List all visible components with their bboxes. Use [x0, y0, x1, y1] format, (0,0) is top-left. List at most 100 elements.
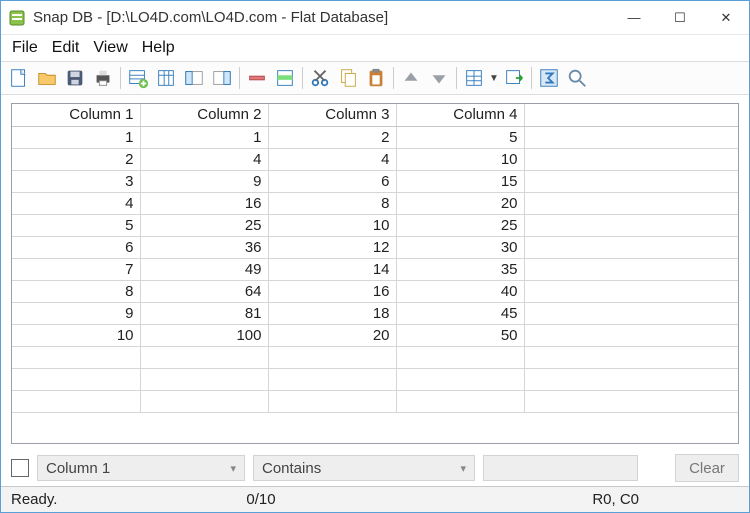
- delete-row-button[interactable]: [243, 64, 271, 92]
- cell[interactable]: 8: [268, 192, 396, 214]
- cell[interactable]: 16: [268, 280, 396, 302]
- cell[interactable]: 45: [396, 302, 524, 324]
- cell[interactable]: 1: [140, 126, 268, 148]
- cell[interactable]: [268, 368, 396, 390]
- cell[interactable]: 7: [12, 258, 140, 280]
- new-button[interactable]: [5, 64, 33, 92]
- cell[interactable]: 2: [12, 148, 140, 170]
- table-row[interactable]: 5251025: [12, 214, 738, 236]
- data-grid[interactable]: Column 1 Column 2 Column 3 Column 4 1125…: [12, 104, 738, 413]
- cell[interactable]: 15: [396, 170, 524, 192]
- table-row[interactable]: 101002050: [12, 324, 738, 346]
- cell[interactable]: 16: [140, 192, 268, 214]
- cell[interactable]: 6: [268, 170, 396, 192]
- open-button[interactable]: [33, 64, 61, 92]
- table-row[interactable]: 6361230: [12, 236, 738, 258]
- cell[interactable]: 35: [396, 258, 524, 280]
- column-header[interactable]: Column 4: [396, 104, 524, 126]
- cell[interactable]: 18: [268, 302, 396, 324]
- menu-file[interactable]: File: [5, 37, 45, 59]
- cell[interactable]: 9: [140, 170, 268, 192]
- copy-button[interactable]: [334, 64, 362, 92]
- cut-button[interactable]: [306, 64, 334, 92]
- column-header[interactable]: Column 1: [12, 104, 140, 126]
- grid-options-dropdown[interactable]: ▼: [488, 64, 500, 92]
- cell[interactable]: 50: [396, 324, 524, 346]
- menu-edit[interactable]: Edit: [45, 37, 87, 59]
- cell[interactable]: 1: [12, 126, 140, 148]
- table-row[interactable]: 7491435: [12, 258, 738, 280]
- filter-value-input[interactable]: [483, 455, 638, 481]
- cell[interactable]: 8: [12, 280, 140, 302]
- cell[interactable]: [268, 346, 396, 368]
- filter-clear-button[interactable]: Clear: [675, 454, 739, 482]
- export-button[interactable]: [500, 64, 528, 92]
- cell[interactable]: 20: [268, 324, 396, 346]
- move-down-button[interactable]: [425, 64, 453, 92]
- table-row[interactable]: [12, 346, 738, 368]
- cell[interactable]: 10: [268, 214, 396, 236]
- cell[interactable]: 10: [396, 148, 524, 170]
- table-row[interactable]: 39615: [12, 170, 738, 192]
- add-row-button[interactable]: [124, 64, 152, 92]
- column-header[interactable]: Column 3: [268, 104, 396, 126]
- cell[interactable]: 4: [140, 148, 268, 170]
- cell[interactable]: 81: [140, 302, 268, 324]
- cell[interactable]: 40: [396, 280, 524, 302]
- filter-column-select[interactable]: Column 1 ▾: [37, 455, 245, 481]
- close-button[interactable]: ✕: [703, 3, 749, 33]
- table-row[interactable]: [12, 390, 738, 412]
- move-up-button[interactable]: [397, 64, 425, 92]
- cell[interactable]: 4: [12, 192, 140, 214]
- cell[interactable]: [396, 368, 524, 390]
- table-row[interactable]: 8641640: [12, 280, 738, 302]
- grid-options-button[interactable]: [460, 64, 488, 92]
- table-row[interactable]: 9811845: [12, 302, 738, 324]
- cell[interactable]: 9: [12, 302, 140, 324]
- cell[interactable]: 64: [140, 280, 268, 302]
- cell[interactable]: [12, 346, 140, 368]
- filter-enable-checkbox[interactable]: [11, 459, 29, 477]
- menu-view[interactable]: View: [86, 37, 134, 59]
- highlight-button[interactable]: [271, 64, 299, 92]
- cell[interactable]: [140, 390, 268, 412]
- columns-button[interactable]: [152, 64, 180, 92]
- cell[interactable]: [396, 346, 524, 368]
- cell[interactable]: [12, 368, 140, 390]
- cell[interactable]: 5: [12, 214, 140, 236]
- cell[interactable]: 25: [396, 214, 524, 236]
- cell[interactable]: [268, 390, 396, 412]
- cell[interactable]: [140, 368, 268, 390]
- cell[interactable]: 5: [396, 126, 524, 148]
- table-row[interactable]: [12, 368, 738, 390]
- cell[interactable]: [396, 390, 524, 412]
- maximize-button[interactable]: ☐: [657, 3, 703, 33]
- cell[interactable]: 3: [12, 170, 140, 192]
- table-row[interactable]: 416820: [12, 192, 738, 214]
- insert-left-button[interactable]: [180, 64, 208, 92]
- sum-button[interactable]: [535, 64, 563, 92]
- cell[interactable]: 25: [140, 214, 268, 236]
- cell[interactable]: [140, 346, 268, 368]
- menu-help[interactable]: Help: [135, 37, 182, 59]
- cell[interactable]: 14: [268, 258, 396, 280]
- filter-condition-select[interactable]: Contains ▾: [253, 455, 475, 481]
- column-header[interactable]: Column 2: [140, 104, 268, 126]
- cell[interactable]: 4: [268, 148, 396, 170]
- find-button[interactable]: [563, 64, 591, 92]
- cell[interactable]: [12, 390, 140, 412]
- table-row[interactable]: 24410: [12, 148, 738, 170]
- cell[interactable]: 36: [140, 236, 268, 258]
- minimize-button[interactable]: —: [611, 3, 657, 33]
- cell[interactable]: 2: [268, 126, 396, 148]
- grid-box[interactable]: Column 1 Column 2 Column 3 Column 4 1125…: [11, 103, 739, 444]
- table-row[interactable]: 1125: [12, 126, 738, 148]
- cell[interactable]: 49: [140, 258, 268, 280]
- cell[interactable]: 100: [140, 324, 268, 346]
- cell[interactable]: 20: [396, 192, 524, 214]
- print-button[interactable]: [89, 64, 117, 92]
- cell[interactable]: 12: [268, 236, 396, 258]
- paste-button[interactable]: [362, 64, 390, 92]
- save-button[interactable]: [61, 64, 89, 92]
- cell[interactable]: 10: [12, 324, 140, 346]
